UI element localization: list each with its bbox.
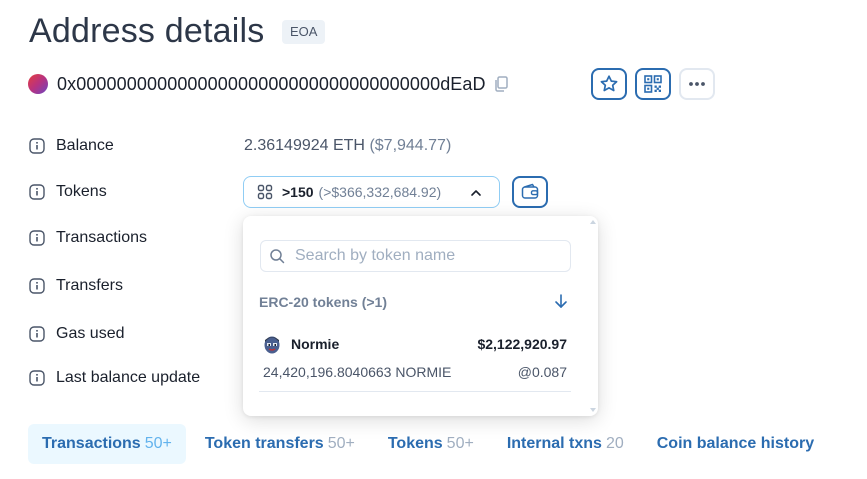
copy-icon[interactable] <box>494 76 508 92</box>
tab-coin-balance-history[interactable]: Coin balance history <box>643 424 828 464</box>
add-to-watchlist-button[interactable] <box>591 68 627 100</box>
transactions-row: Transactions <box>29 226 147 250</box>
info-icon[interactable] <box>29 278 45 294</box>
tokens-count: >150 <box>282 184 314 200</box>
tab-label: Transactions <box>42 435 141 452</box>
tab-internal-txns[interactable]: Internal txns 20 <box>493 424 638 464</box>
address-hash: 0x000000000000000000000000000000000000dE… <box>57 73 486 94</box>
tab-count: 50+ <box>446 435 474 452</box>
last-balance-update-row: Last balance update <box>29 366 200 390</box>
address-tabs: Transactions 50+ Token transfers 50+ Tok… <box>28 424 833 464</box>
tokens-row: Tokens <box>29 180 107 204</box>
tab-label: Token transfers <box>204 435 324 452</box>
page-title: Address details <box>29 12 265 50</box>
balance-usd: ($7,944.77) <box>369 137 452 154</box>
sort-arrow-down-icon[interactable] <box>553 293 569 309</box>
transfers-label: Transfers <box>56 277 123 294</box>
tab-count: 50+ <box>327 435 355 452</box>
more-actions-button[interactable] <box>679 68 715 100</box>
info-icon[interactable] <box>29 370 45 386</box>
gas-used-row: Gas used <box>29 322 124 346</box>
transactions-label: Transactions <box>56 229 147 246</box>
normie-token-icon <box>264 336 280 354</box>
info-icon[interactable] <box>29 138 45 154</box>
tab-count: 20 <box>605 435 624 452</box>
tab-label: Coin balance history <box>656 435 815 452</box>
tab-tokens[interactable]: Tokens 50+ <box>374 424 488 464</box>
balance-row: Balance <box>29 134 114 158</box>
identicon-avatar <box>28 74 48 94</box>
token-value-usd: $2,122,920.97 <box>477 336 567 352</box>
balance-eth: 2.36149924 ETH <box>244 137 365 154</box>
address-type-badge: EOA <box>282 20 326 44</box>
transfers-row: Transfers <box>29 274 123 298</box>
search-icon <box>270 249 285 264</box>
tab-label: Internal txns <box>506 435 602 452</box>
info-icon[interactable] <box>29 326 45 342</box>
last-balance-update-label: Last balance update <box>56 369 201 386</box>
tokens-usd: (>$366,332,684.92) <box>318 184 442 200</box>
wallet-icon <box>521 183 539 199</box>
balance-value: 2.36149924 ETH ($7,944.77) <box>244 137 451 155</box>
erc20-group-header: ERC-20 tokens (>1) <box>259 294 387 310</box>
more-horizontal-icon <box>689 82 705 86</box>
qr-code-icon <box>644 75 662 93</box>
token-search-box <box>260 240 571 272</box>
tab-label: Tokens <box>387 435 443 452</box>
tab-count: 50+ <box>144 435 172 452</box>
token-wallet-button[interactable] <box>512 176 548 208</box>
tab-transactions[interactable]: Transactions 50+ <box>28 424 186 464</box>
scroll-up-icon[interactable] <box>590 220 596 224</box>
divider <box>259 391 571 392</box>
scroll-down-icon[interactable] <box>590 408 596 412</box>
chevron-up-icon <box>471 190 481 196</box>
tokens-label: Tokens <box>56 183 107 200</box>
token-search-input[interactable] <box>295 247 555 265</box>
tokens-dropdown: ERC-20 tokens (>1) Normie $2,122,920.97 … <box>243 216 598 416</box>
balance-label: Balance <box>56 137 114 154</box>
tokens-grid-icon <box>257 184 273 200</box>
qr-code-button[interactable] <box>635 68 671 100</box>
tokens-select-button[interactable]: >150 (>$366,332,684.92) <box>243 176 500 208</box>
gas-used-label: Gas used <box>56 325 125 342</box>
token-quantity: 24,420,196.8040663 NORMIE <box>263 364 452 380</box>
token-rate: @0.087 <box>517 364 567 380</box>
token-name: Normie <box>291 336 340 352</box>
tab-token-transfers[interactable]: Token transfers 50+ <box>191 424 369 464</box>
address-row: 0x000000000000000000000000000000000000dE… <box>28 72 508 96</box>
star-icon <box>600 75 618 92</box>
info-icon[interactable] <box>29 184 45 200</box>
info-icon[interactable] <box>29 230 45 246</box>
